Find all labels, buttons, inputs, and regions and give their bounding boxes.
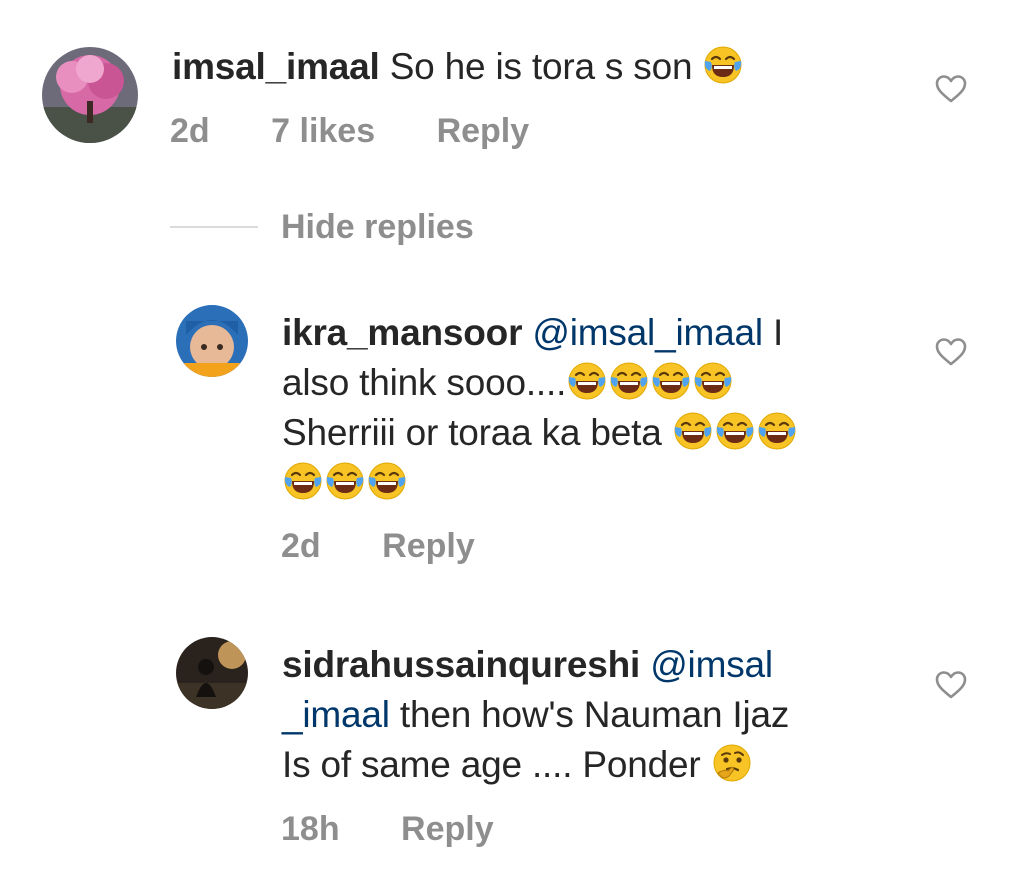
comment-body: ikra_mansoor @imsal_imaal I also think s… [282, 308, 902, 508]
face-with-tears-of-joy-icon [715, 411, 755, 451]
comment-username[interactable]: imsal_imaal [172, 46, 380, 87]
comment-time: 2d [281, 527, 321, 565]
heart-icon[interactable] [935, 670, 967, 700]
comment-text: also think sooo.... [282, 361, 567, 403]
comment-text: then how's Nauman Ijaz [399, 693, 790, 735]
comment-time: 2d [170, 112, 210, 150]
avatar[interactable] [176, 305, 248, 377]
comment-username[interactable]: ikra_mansoor [282, 312, 522, 353]
mention-link[interactable]: @imsal_imaal [532, 312, 763, 353]
mention-link[interactable]: _imaal [282, 694, 390, 735]
hide-replies-button[interactable]: Hide replies [281, 208, 474, 247]
face-with-tears-of-joy-icon [283, 461, 323, 501]
comment-text: I [772, 312, 784, 353]
thinking-face-icon [712, 743, 752, 783]
mention-link[interactable]: @imsal [650, 644, 773, 685]
comment-text: Is of same age .... Ponder [282, 743, 701, 785]
reply-button[interactable]: Reply [401, 810, 494, 848]
face-with-tears-of-joy-icon [367, 461, 407, 501]
heart-icon[interactable] [935, 74, 967, 104]
comment-meta: 18h Reply [281, 810, 546, 849]
face-with-tears-of-joy-icon [703, 45, 743, 85]
face-with-tears-of-joy-icon [651, 361, 691, 401]
face-with-tears-of-joy-icon [325, 461, 365, 501]
divider [170, 226, 258, 228]
comment-likes[interactable]: 7 likes [271, 112, 375, 150]
reply-button[interactable]: Reply [437, 112, 530, 150]
face-with-tears-of-joy-icon [609, 361, 649, 401]
heart-icon[interactable] [935, 337, 967, 367]
avatar[interactable] [176, 637, 248, 709]
comment-username[interactable]: sidrahussainqureshi [282, 644, 640, 685]
comment-text: So he is tora s son [389, 46, 693, 87]
comment-meta: 2d 7 likes Reply [170, 112, 581, 151]
comment-time: 18h [281, 810, 340, 848]
face-with-tears-of-joy-icon [567, 361, 607, 401]
face-with-tears-of-joy-icon [757, 411, 797, 451]
face-with-tears-of-joy-icon [673, 411, 713, 451]
comment-body: imsal_imaal So he is tora s son [172, 42, 892, 92]
comment-body: sidrahussainqureshi @imsal _imaal then h… [282, 640, 902, 790]
face-with-tears-of-joy-icon [693, 361, 733, 401]
comment-meta: 2d Reply [281, 527, 527, 566]
reply-button[interactable]: Reply [382, 527, 475, 565]
comment-text: Sherriii or toraa ka beta [282, 411, 662, 453]
avatar[interactable] [42, 47, 138, 143]
